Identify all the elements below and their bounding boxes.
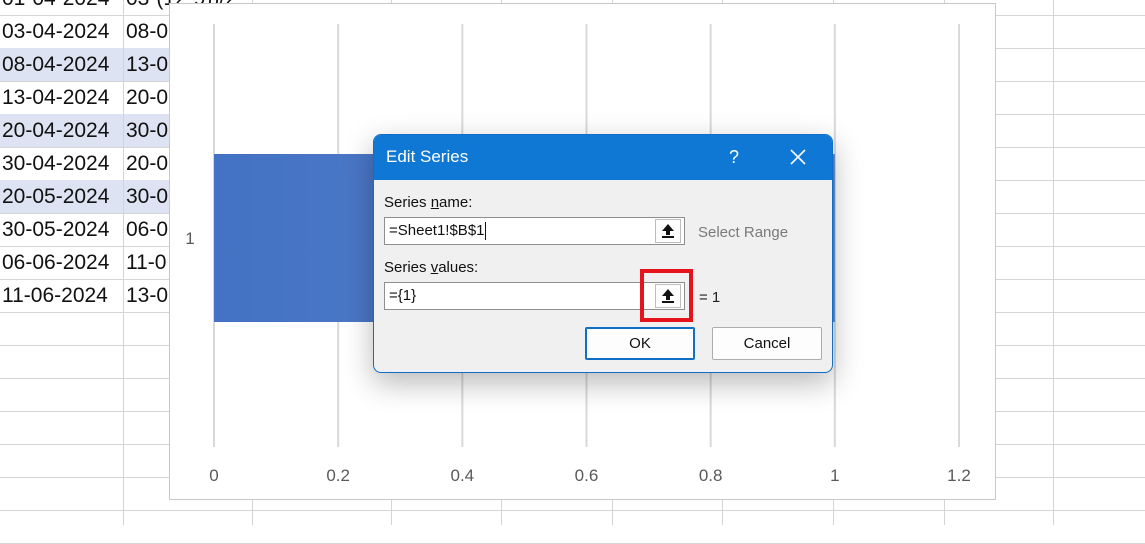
edit-series-dialog: Edit Series ? Series name: =Sheet1!$B$1 … — [373, 134, 833, 373]
cell-date-a[interactable]: 20-04-2024 — [0, 114, 123, 147]
series-name-range-button[interactable] — [655, 219, 681, 243]
series-name-label: Series name: — [384, 194, 473, 211]
x-tick-label: 0.6 — [575, 466, 599, 485]
grid-row-line — [0, 510, 1145, 511]
collapse-dialog-icon — [662, 224, 674, 238]
cell-date-a[interactable]: 08-04-2024 — [0, 48, 123, 81]
x-tick-label: 1.2 — [947, 466, 971, 485]
close-button[interactable] — [777, 135, 819, 180]
close-icon — [790, 149, 806, 165]
cell-date-a[interactable]: 06-06-2024 — [0, 246, 123, 279]
cell-date-a[interactable]: 30-04-2024 — [0, 147, 123, 180]
cell-date-a[interactable]: 11-06-2024 — [0, 279, 123, 312]
help-button[interactable]: ? — [714, 135, 754, 180]
highlight-box — [640, 269, 693, 322]
cancel-button[interactable]: Cancel — [712, 327, 822, 360]
y-category-label: 1 — [185, 229, 194, 248]
select-range-hint: Select Range — [698, 224, 789, 241]
series-name-input[interactable]: =Sheet1!$B$1 — [384, 217, 685, 245]
cell-date-a[interactable]: 20-05-2024 — [0, 180, 123, 213]
cell-date-a[interactable]: 13-04-2024 — [0, 81, 123, 114]
x-tick-label: 0.8 — [699, 466, 723, 485]
dialog-titlebar[interactable]: Edit Series ? — [374, 135, 832, 180]
cell-date-a[interactable]: 30-05-2024 — [0, 213, 123, 246]
x-tick-label: 0 — [209, 466, 218, 485]
cell-date-a[interactable]: 03-04-2024 — [0, 15, 123, 48]
ok-button[interactable]: OK — [585, 327, 695, 360]
series-values-label: Series values: — [384, 259, 479, 276]
x-tick-label: 1 — [830, 466, 839, 485]
cell-date-a[interactable]: 01-04-2024 — [0, 0, 123, 15]
grid-col-line — [1053, 0, 1054, 525]
x-tick-label: 0.2 — [326, 466, 350, 485]
series-values-result: = 1 — [699, 289, 721, 306]
x-tick-label: 0.4 — [451, 466, 475, 485]
dialog-title: Edit Series — [386, 147, 469, 166]
